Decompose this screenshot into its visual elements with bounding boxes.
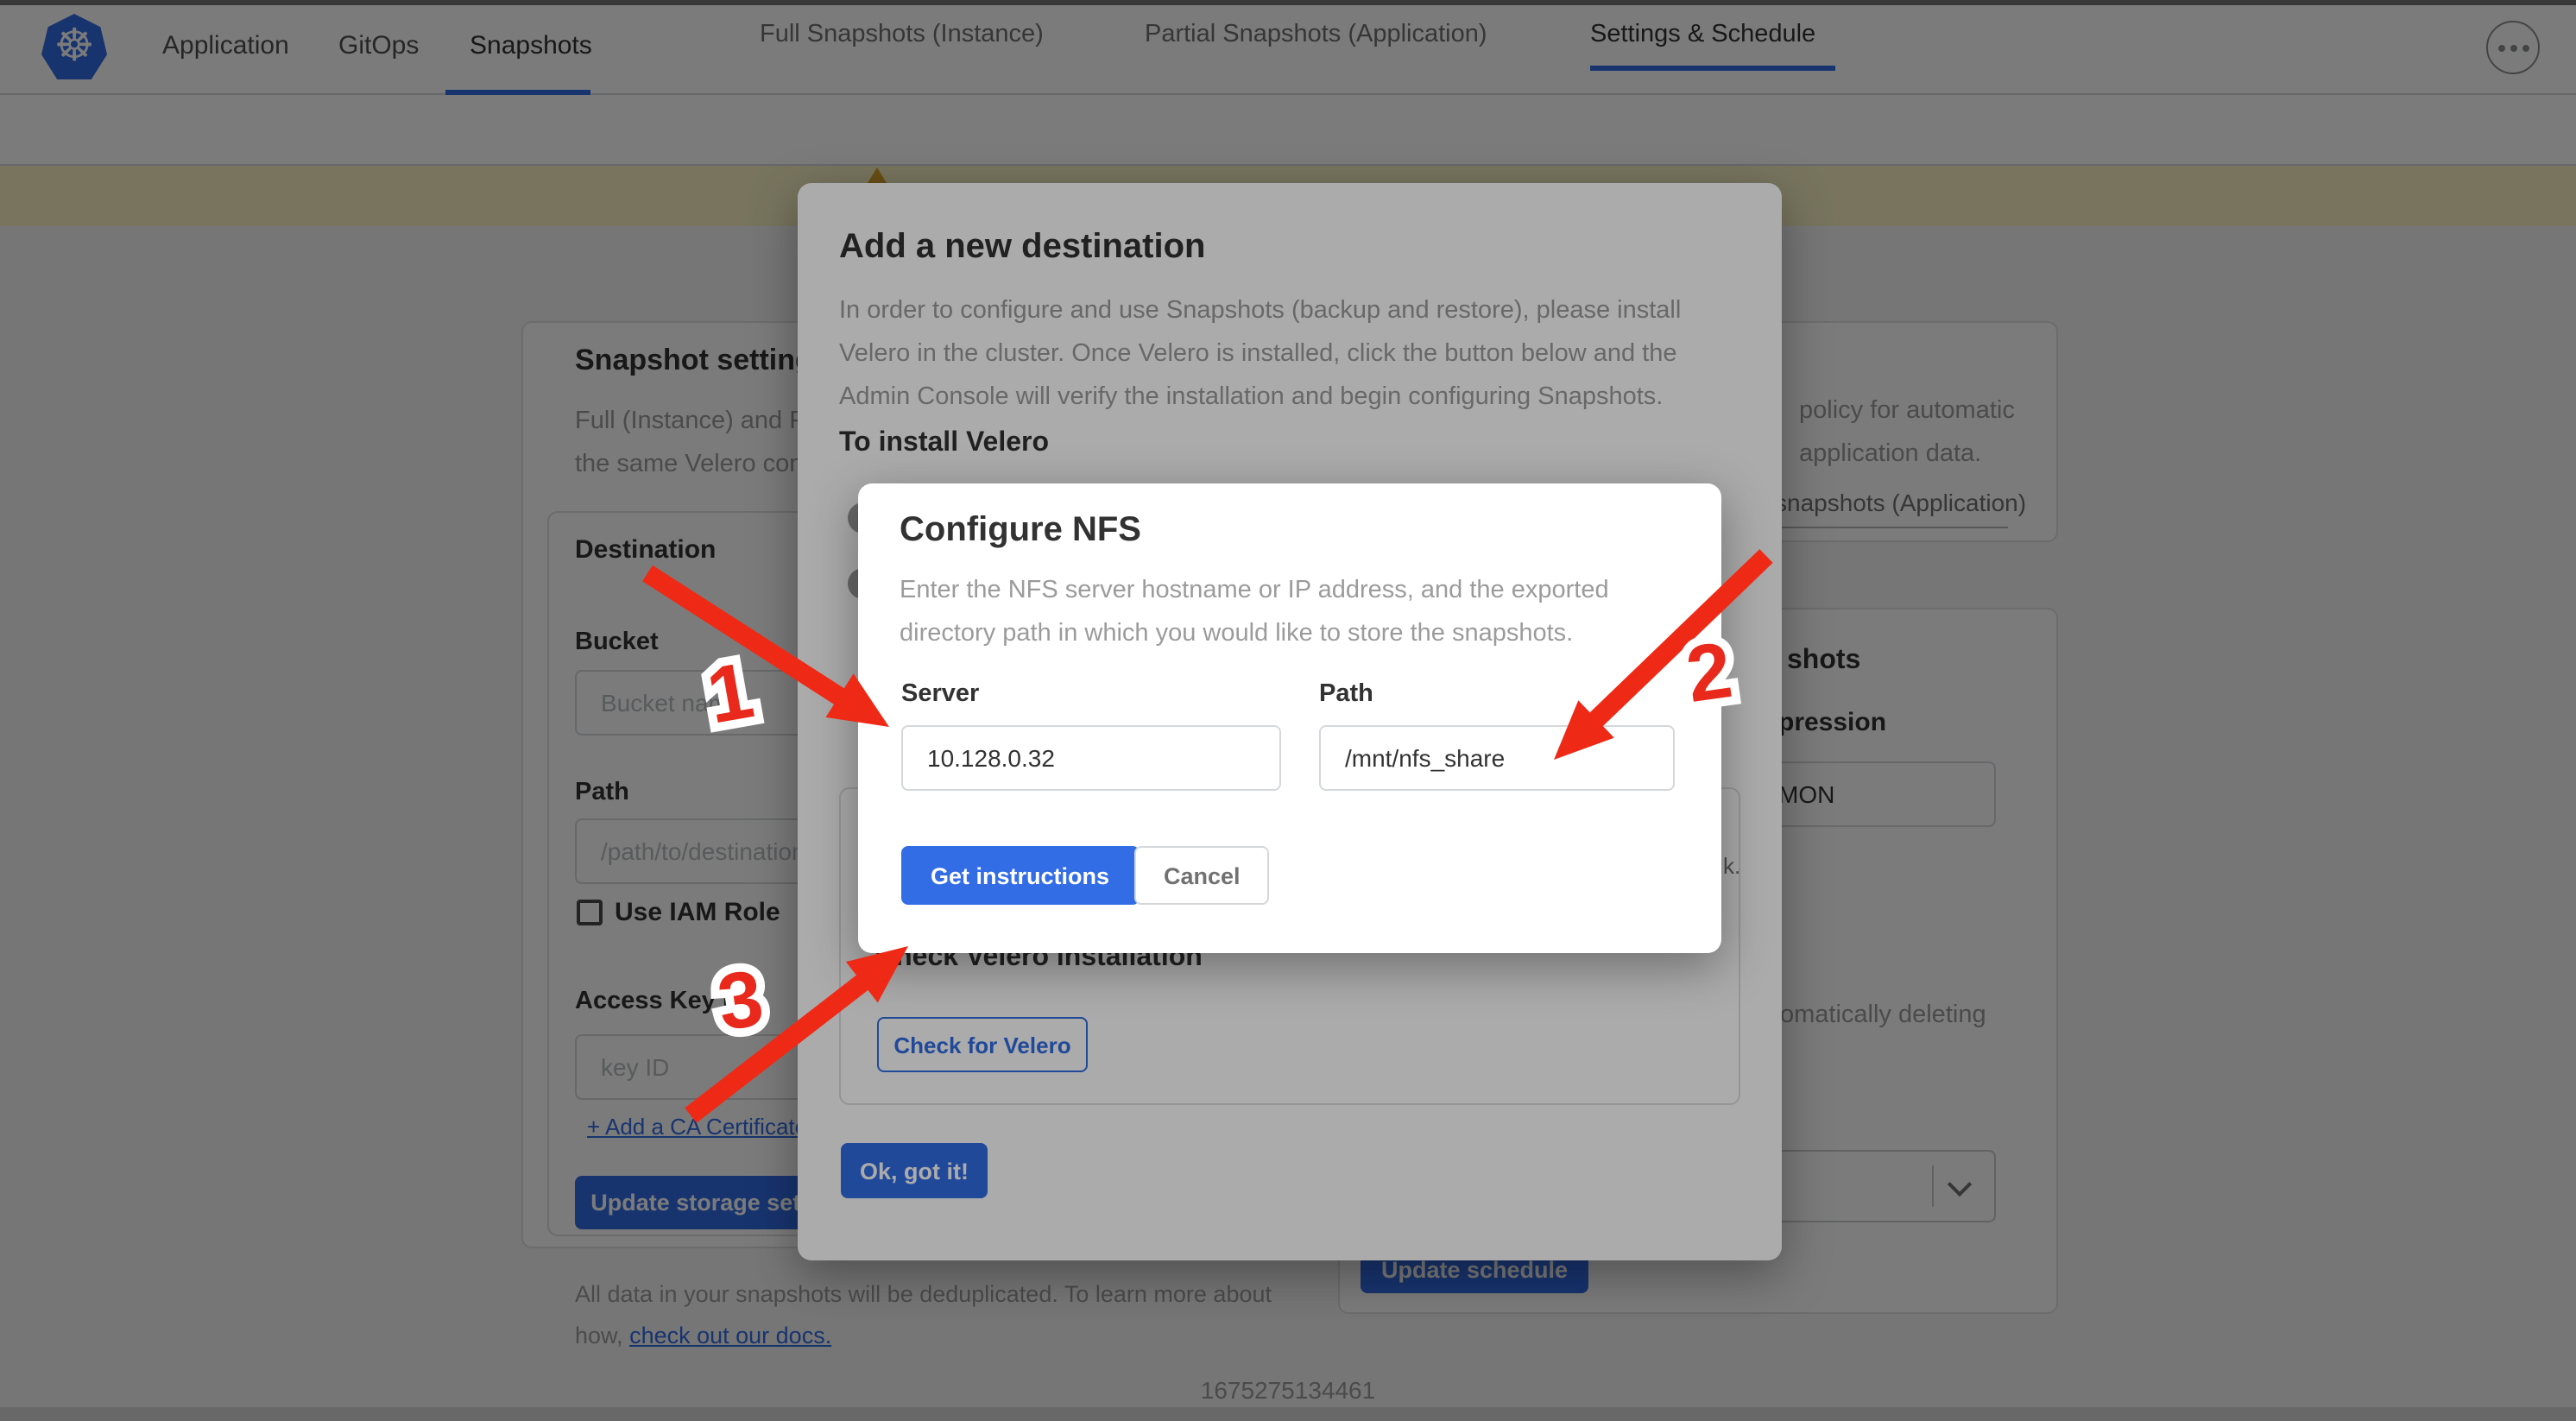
configure-nfs-description: Enter the NFS server hostname or IP addr… [900, 570, 1694, 656]
get-instructions-button[interactable]: Get instructions [901, 846, 1139, 905]
cancel-button[interactable]: Cancel [1134, 846, 1270, 905]
server-label: Server [901, 680, 979, 708]
nfs-path-input[interactable] [1319, 725, 1675, 791]
nfs-path-label: Path [1319, 680, 1373, 708]
admin-console-page: ☸ Application GitOps Snapshots Full Snap… [0, 0, 2576, 1421]
server-input[interactable] [901, 725, 1281, 791]
configure-nfs-title: Configure NFS [900, 511, 1141, 551]
